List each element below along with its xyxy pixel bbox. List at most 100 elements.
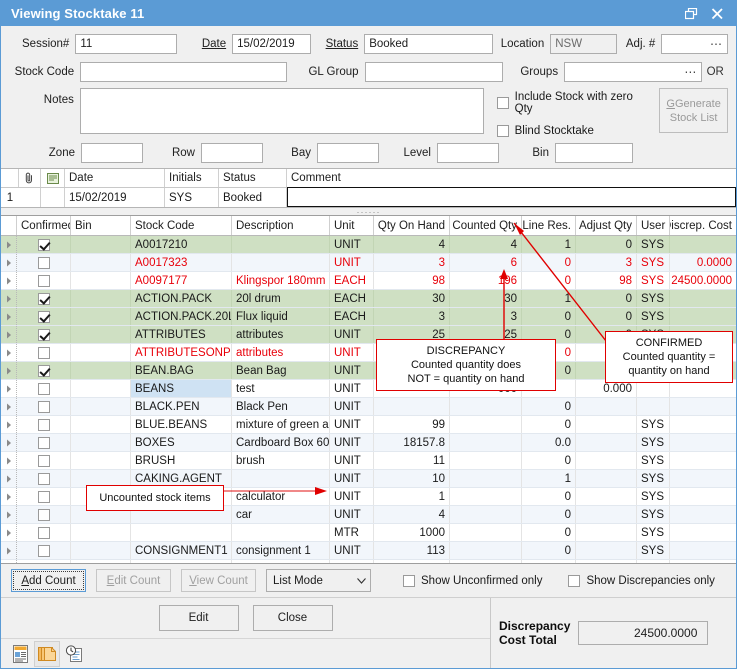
- cell-unit[interactable]: EACH: [330, 308, 374, 325]
- cell-unit[interactable]: UNIT: [330, 506, 374, 523]
- cell-lineres[interactable]: 0: [522, 452, 576, 469]
- cell-bin[interactable]: [71, 434, 131, 451]
- col-qty-on-hand[interactable]: Qty On Hand: [374, 216, 450, 235]
- cell-adjust[interactable]: [576, 470, 637, 487]
- cell-desc[interactable]: mixture of green an: [232, 416, 330, 433]
- row-expander-icon[interactable]: [1, 470, 17, 487]
- row-confirmed-checkbox[interactable]: [17, 416, 71, 433]
- cell-discrep[interactable]: [670, 416, 736, 433]
- confirmed-box[interactable]: [38, 491, 50, 503]
- comment-row-note[interactable]: [41, 188, 65, 207]
- confirmed-box[interactable]: [38, 365, 50, 377]
- cell-code[interactable]: BEANS: [131, 380, 232, 397]
- confirmed-box[interactable]: [38, 419, 50, 431]
- cell-unit[interactable]: UNIT: [330, 362, 374, 379]
- cell-qoh[interactable]: 24: [374, 560, 450, 564]
- cell-desc[interactable]: Bean Bag: [232, 362, 330, 379]
- row-confirmed-checkbox[interactable]: [17, 524, 71, 541]
- row-confirmed-checkbox[interactable]: [17, 452, 71, 469]
- cell-lineres[interactable]: 0: [522, 488, 576, 505]
- row-expander-icon[interactable]: [1, 560, 17, 564]
- close-icon[interactable]: [704, 3, 730, 25]
- row-expander-icon[interactable]: [1, 380, 17, 397]
- close-button[interactable]: Close: [253, 605, 333, 631]
- comment-row-initials[interactable]: SYS: [165, 188, 219, 207]
- cell-adjust[interactable]: 0: [576, 290, 637, 307]
- restore-icon[interactable]: [678, 3, 704, 25]
- cell-lineres[interactable]: 1: [522, 290, 576, 307]
- cell-desc[interactable]: calculator: [232, 488, 330, 505]
- add-count-button[interactable]: Add Count: [11, 569, 86, 592]
- col-line-res[interactable]: Line Res.: [522, 216, 576, 235]
- cell-unit[interactable]: UNIT: [330, 416, 374, 433]
- cell-bin[interactable]: 1.1.1.123: [71, 560, 131, 564]
- row-confirmed-checkbox[interactable]: [17, 254, 71, 271]
- cell-counted[interactable]: [450, 470, 522, 487]
- cell-unit[interactable]: UNIT: [330, 236, 374, 253]
- cell-lineres[interactable]: 1: [522, 236, 576, 253]
- cell-discrep[interactable]: [670, 506, 736, 523]
- cell-lineres[interactable]: 0: [522, 254, 576, 271]
- confirmed-box[interactable]: [38, 311, 50, 323]
- table-row[interactable]: BOXESCardboard Box 600×UNIT18157.80.0SYS: [1, 434, 736, 452]
- cell-desc[interactable]: Klingspor 180mm HS: [232, 272, 330, 289]
- cell-code[interactable]: ATTRIBUTES: [131, 326, 232, 343]
- cell-unit[interactable]: UNIT: [330, 326, 374, 343]
- cell-discrep[interactable]: [670, 488, 736, 505]
- cell-bin[interactable]: [71, 524, 131, 541]
- cell-user[interactable]: SYS: [637, 272, 670, 289]
- cell-user[interactable]: SYS: [637, 560, 670, 564]
- row-confirmed-checkbox[interactable]: [17, 236, 71, 253]
- cell-desc[interactable]: 20l drum: [232, 290, 330, 307]
- cell-unit[interactable]: EACH: [330, 290, 374, 307]
- cell-unit[interactable]: EACH: [330, 272, 374, 289]
- cell-desc[interactable]: [232, 470, 330, 487]
- cell-counted[interactable]: 30: [450, 290, 522, 307]
- report-icon[interactable]: [7, 641, 33, 667]
- cell-discrep[interactable]: [670, 560, 736, 564]
- cell-adjust[interactable]: [576, 542, 637, 559]
- cell-discrep[interactable]: [670, 524, 736, 541]
- cell-qoh[interactable]: 1000: [374, 524, 450, 541]
- cell-code[interactable]: BLUE.BEANS: [131, 416, 232, 433]
- row-expander-icon[interactable]: [1, 488, 17, 505]
- col-confirmed[interactable]: Confirmed: [17, 216, 71, 235]
- cell-qoh[interactable]: [374, 398, 450, 415]
- zone-input[interactable]: [81, 143, 143, 163]
- row-expander-icon[interactable]: [1, 416, 17, 433]
- table-row[interactable]: BLUE.BEANSmixture of green anUNIT990SYS: [1, 416, 736, 434]
- row-confirmed-checkbox[interactable]: [17, 560, 71, 564]
- notes-input[interactable]: [80, 88, 484, 134]
- cell-bin[interactable]: [71, 326, 131, 343]
- row-confirmed-checkbox[interactable]: [17, 542, 71, 559]
- comment-row-status[interactable]: Booked: [219, 188, 287, 207]
- cell-desc[interactable]: Flux liquid: [232, 308, 330, 325]
- bay-input[interactable]: [317, 143, 379, 163]
- edit-count-button[interactable]: Edit Count: [96, 569, 171, 592]
- cell-user[interactable]: SYS: [637, 470, 670, 487]
- cell-unit[interactable]: UNIT: [330, 344, 374, 361]
- cell-desc[interactable]: attributes: [232, 344, 330, 361]
- cell-adjust[interactable]: [576, 434, 637, 451]
- cell-unit[interactable]: UNIT: [330, 488, 374, 505]
- cell-desc[interactable]: [232, 236, 330, 253]
- table-row[interactable]: MTR10000SYS: [1, 524, 736, 542]
- grid-splitter[interactable]: ······: [1, 208, 736, 215]
- cell-adjust[interactable]: 98: [576, 272, 637, 289]
- date-input[interactable]: 15/02/2019: [232, 34, 311, 54]
- cell-code[interactable]: BEAN.BAG: [131, 362, 232, 379]
- level-input[interactable]: [437, 143, 499, 163]
- cell-counted[interactable]: 6: [450, 254, 522, 271]
- cell-discrep[interactable]: 24500.0000: [670, 272, 736, 289]
- cell-adjust[interactable]: 3: [576, 254, 637, 271]
- row-expander-icon[interactable]: [1, 308, 17, 325]
- list-mode-select[interactable]: List Mode: [266, 569, 371, 592]
- cell-desc[interactable]: consignment 1: [232, 542, 330, 559]
- cell-counted[interactable]: [450, 560, 522, 564]
- cell-lineres[interactable]: 0.0: [522, 434, 576, 451]
- bin-input[interactable]: [555, 143, 633, 163]
- cell-code[interactable]: A0017210: [131, 236, 232, 253]
- cell-qoh[interactable]: 3: [374, 308, 450, 325]
- cell-discrep[interactable]: 0.0000: [670, 254, 736, 271]
- row-expander-icon[interactable]: [1, 344, 17, 361]
